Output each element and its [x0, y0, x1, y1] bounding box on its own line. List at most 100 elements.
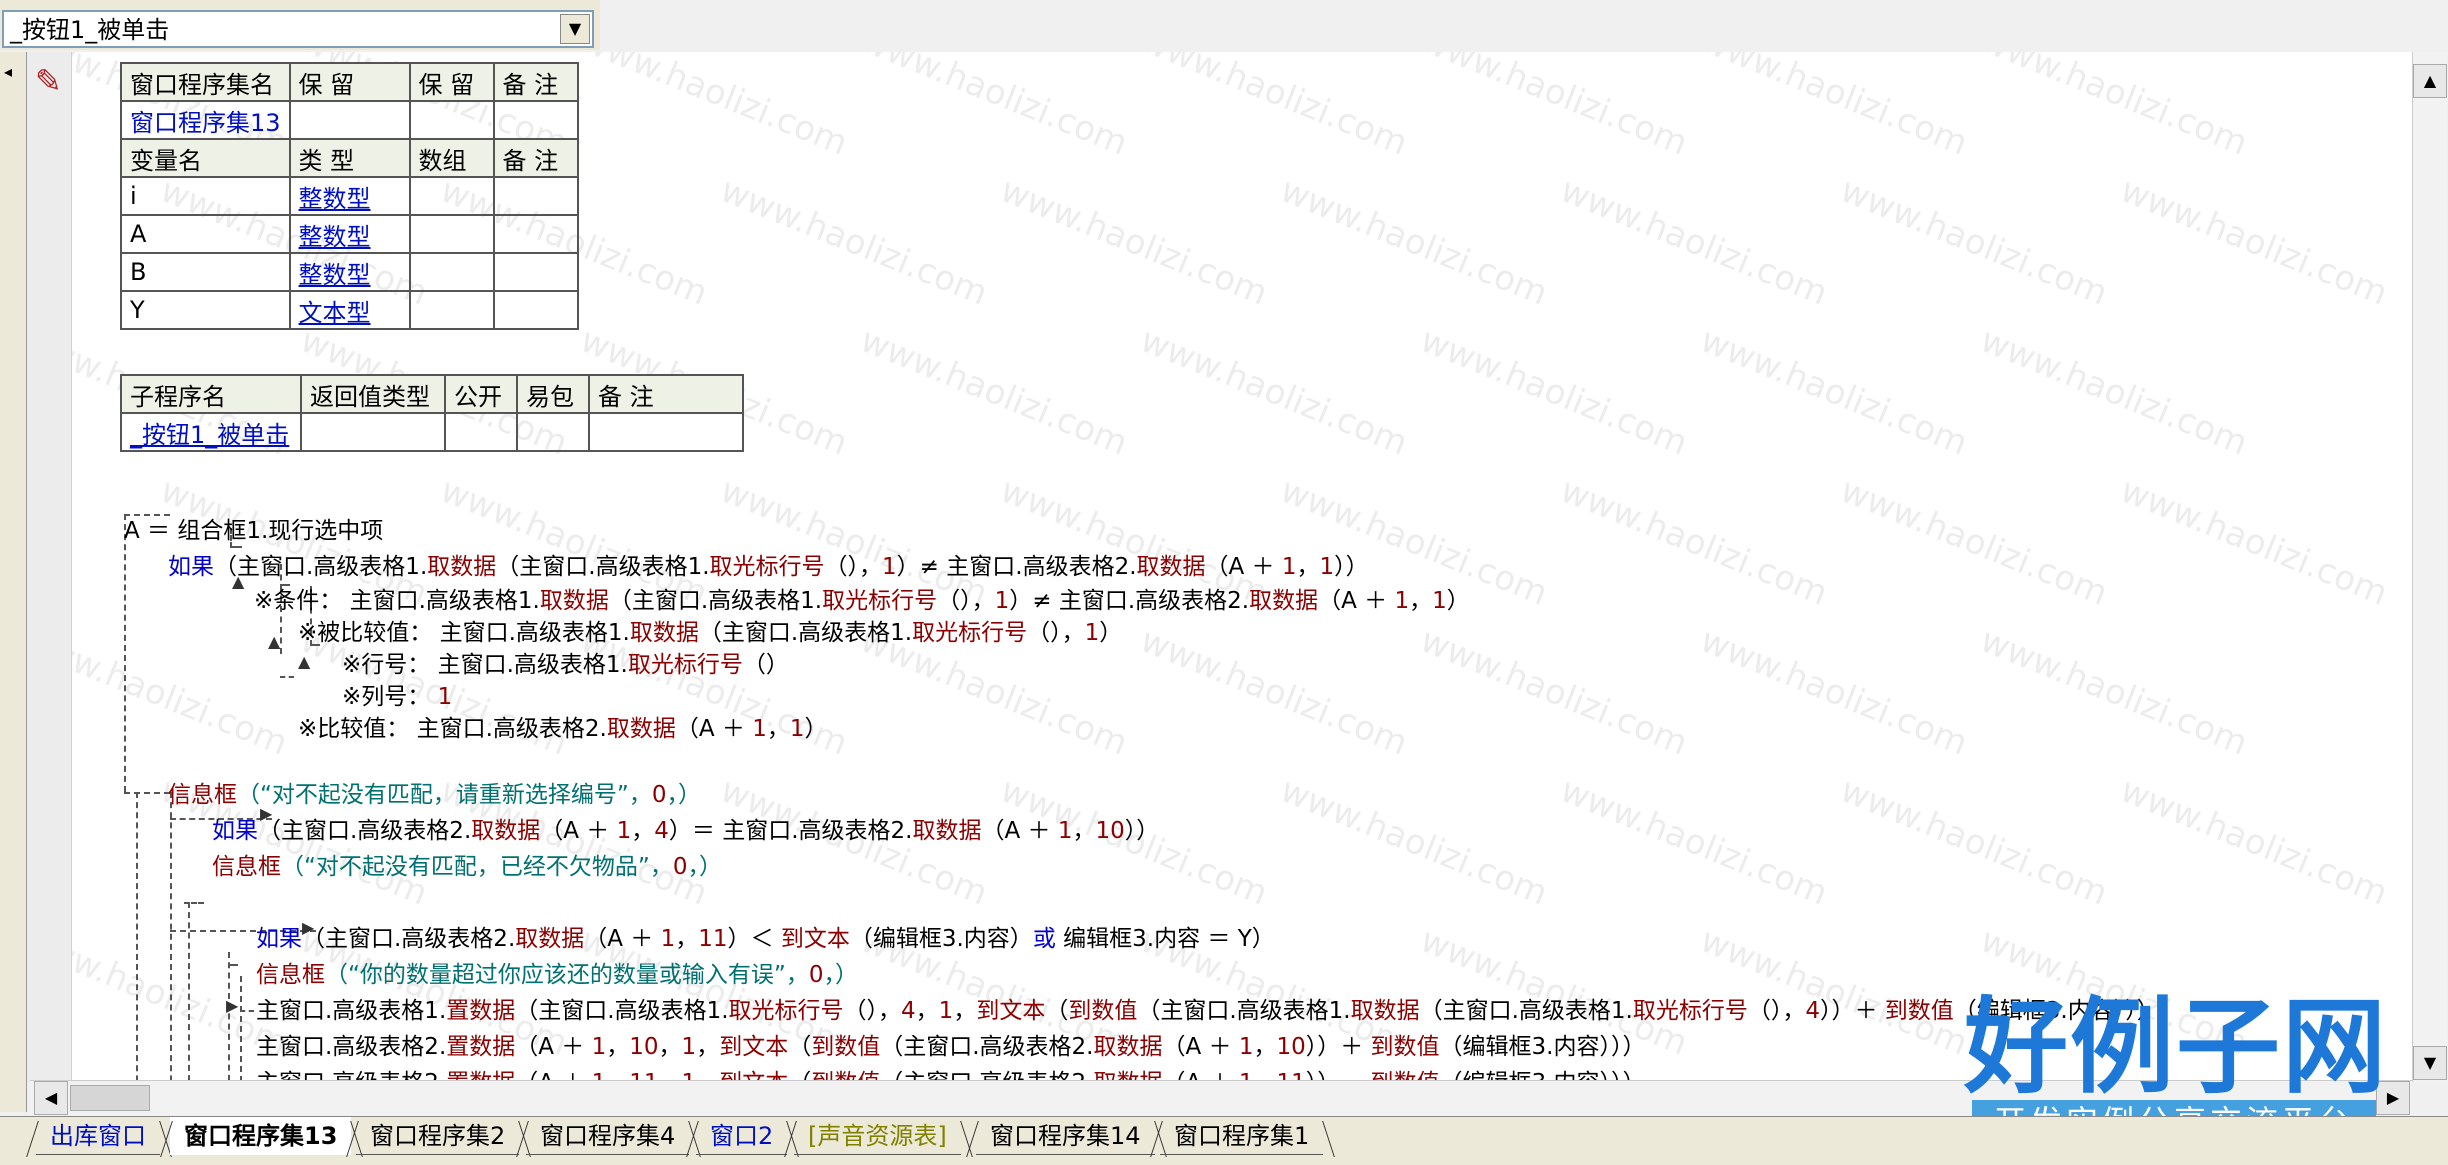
code-line[interactable]: ※行号： 主窗口.高级表格1.取光标行号（） — [342, 650, 789, 680]
logo-title: 好例子网 — [1964, 985, 2389, 1108]
watermark-text: www.haolizi.com — [574, 52, 854, 164]
tab-assembly2[interactable]: 窗口程序集2 — [356, 1117, 520, 1155]
subroutine-selector-value: _按钮1_被单击 — [10, 16, 170, 44]
var-type-cell[interactable]: 整数型 — [288, 214, 411, 254]
table-cell[interactable] — [408, 176, 495, 216]
watermark-text: www.haolizi.com — [1974, 620, 2254, 764]
var-name-cell[interactable]: B — [120, 252, 291, 292]
code-function: 到数值 — [1370, 1034, 1440, 1060]
assembly-name-cell[interactable]: 窗口程序集13 — [120, 100, 291, 140]
code-text: ※行号： 主窗口.高级表格1. — [342, 652, 628, 678]
var-type-cell[interactable]: 整数型 — [288, 176, 411, 216]
watermark-text: www.haolizi.com — [2114, 770, 2394, 914]
icon-strip: ✎ — [27, 52, 72, 1082]
tab-outbound-window[interactable]: 出库窗口 — [36, 1117, 160, 1155]
scroll-left-icon[interactable]: ◀ — [34, 1081, 68, 1115]
code-number: 1 — [752, 716, 767, 742]
watermark-text: www.haolizi.com — [714, 170, 994, 314]
var-header-note: 备 注 — [492, 138, 579, 178]
var-type-cell[interactable]: 整数型 — [288, 252, 411, 292]
table-cell[interactable] — [288, 100, 411, 140]
table-cell[interactable] — [492, 176, 579, 216]
scroll-up-icon[interactable]: ▲ — [2413, 64, 2447, 98]
code-keyword: 如果 — [212, 818, 258, 844]
flow-line — [170, 792, 172, 1082]
table-cell[interactable] — [516, 412, 590, 452]
code-line[interactable]: ※被比较值： 主窗口.高级表格1.取数据（主窗口.高级表格1.取光标行号（），1… — [298, 618, 1122, 648]
watermark-text: www.haolizi.com — [1554, 770, 1834, 914]
code-text: （主窗口.高级表格2. — [880, 1034, 1094, 1060]
table-row[interactable]: A 整数型 — [120, 214, 579, 254]
code-editor[interactable]: www.haolizi.com www.haolizi.com www.haoliz… — [72, 52, 2412, 1082]
tab-assembly1[interactable]: 窗口程序集1 — [1160, 1117, 1324, 1155]
code-function: 取数据 — [1136, 554, 1206, 580]
arrow-left-icon[interactable]: ◂ — [4, 62, 12, 81]
flow-line — [124, 514, 126, 792]
code-line[interactable]: ※比较值： 主窗口.高级表格2.取数据（A ＋ 1，1） — [298, 714, 827, 744]
table-cell[interactable] — [492, 214, 579, 254]
flow-line — [240, 976, 242, 1082]
code-text: ）） — [1124, 818, 1160, 844]
code-line[interactable]: 如果（主窗口.高级表格1.取数据（主窗口.高级表格1.取光标行号（），1）≠ 主… — [168, 552, 1369, 582]
code-text: （A ＋ — [584, 926, 661, 952]
code-function: 取光标行号 — [1632, 998, 1748, 1024]
table-cell[interactable] — [300, 412, 446, 452]
var-type-cell[interactable]: 文本型 — [288, 290, 411, 330]
flow-line — [228, 952, 230, 1082]
table-row[interactable]: i 整数型 — [120, 176, 579, 216]
table-cell[interactable] — [408, 252, 495, 292]
code-line[interactable]: ※列号： 1 — [342, 682, 452, 712]
code-line[interactable]: 主窗口.高级表格1.置数据（主窗口.高级表格1.取光标行号（），4，1，到文本（… — [256, 996, 2160, 1026]
code-function: 到文本 — [976, 998, 1046, 1024]
code-function: 取数据 — [539, 588, 609, 614]
watermark-text: www.haolizi.com — [1834, 470, 2114, 614]
table-cell[interactable] — [492, 100, 579, 140]
table-cell[interactable] — [492, 290, 579, 330]
code-line[interactable]: ※条件： 主窗口.高级表格1.取数据（主窗口.高级表格1.取光标行号（），1）≠… — [254, 586, 1470, 616]
table-row[interactable]: B 整数型 — [120, 252, 579, 292]
var-name-cell[interactable]: i — [120, 176, 291, 216]
code-number: 1 — [1238, 1034, 1254, 1060]
code-number: 1 — [1394, 588, 1410, 614]
code-line[interactable]: 信息框（“你的数量超过你应该还的数量或输入有误”，0，） — [256, 960, 858, 990]
var-name-cell[interactable]: Y — [120, 290, 291, 330]
code-line[interactable]: 如果（主窗口.高级表格2.取数据（A ＋ 1，4）＝ 主窗口.高级表格2.取数据… — [212, 816, 1159, 846]
code-text: （编辑框3.内容） — [849, 926, 1033, 952]
tab-window2[interactable]: 窗口2 — [696, 1117, 788, 1155]
code-line[interactable]: 如果（主窗口.高级表格2.取数据（A ＋ 1，11）＜ 到文本（编辑框3.内容）… — [256, 924, 1275, 954]
table-row[interactable]: Y 文本型 — [120, 290, 579, 330]
chevron-down-icon[interactable]: ▼ — [560, 14, 590, 44]
table-cell[interactable] — [444, 412, 518, 452]
table-cell[interactable] — [408, 290, 495, 330]
table-cell[interactable] — [408, 214, 495, 254]
code-line[interactable]: 信息框（“对不起没有匹配，已经不欠物品”，0，） — [212, 852, 722, 882]
code-text: ※被比较值： 主窗口.高级表格1. — [298, 620, 630, 646]
var-name-cell[interactable]: A — [120, 214, 291, 254]
code-number: 10 — [1276, 1034, 1306, 1060]
subroutine-selector[interactable]: _按钮1_被单击 ▼ — [2, 10, 594, 48]
code-number: 1 — [591, 1034, 607, 1060]
vertical-scrollbar[interactable]: ▲ ▼ — [2412, 52, 2447, 1082]
code-line[interactable]: 信息框（“对不起没有匹配，请重新选择编号”，0，） — [168, 780, 701, 810]
table-cell[interactable] — [588, 412, 744, 452]
sub-name-cell[interactable]: _按钮1_被单击 — [120, 412, 302, 452]
scroll-down-icon[interactable]: ▼ — [2413, 1046, 2447, 1080]
code-function: 到数值 — [811, 1034, 881, 1060]
table-cell[interactable] — [408, 100, 495, 140]
scroll-thumb[interactable] — [70, 1085, 150, 1111]
code-text: ））＋ — [1819, 998, 1885, 1024]
watermark-text: www.haolizi.com — [1694, 920, 1974, 1064]
code-function: 信息框 — [212, 854, 281, 880]
tab-sound-resources[interactable]: [声音资源表] — [794, 1117, 961, 1155]
code-text: ， — [675, 926, 699, 952]
tab-assembly14[interactable]: 窗口程序集14 — [976, 1117, 1155, 1155]
code-function: 取数据 — [912, 818, 982, 844]
tab-assembly13[interactable]: 窗口程序集13 — [170, 1117, 352, 1155]
flow-line — [230, 546, 242, 548]
tab-assembly4[interactable]: 窗口程序集4 — [526, 1117, 690, 1155]
code-text: （A ＋ — [515, 1034, 592, 1060]
table-cell[interactable] — [492, 252, 579, 292]
code-line[interactable]: 主窗口.高级表格2.置数据（A ＋ 1，10，1，到文本（到数值（主窗口.高级表… — [256, 1032, 1646, 1062]
code-line[interactable]: A ＝ 组合框1.现行选中项 — [124, 516, 383, 546]
code-text: ）） — [1334, 554, 1369, 580]
